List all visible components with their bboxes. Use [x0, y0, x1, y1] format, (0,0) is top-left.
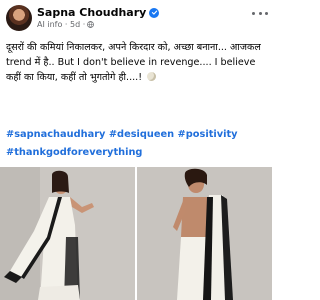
post-text: दूसरों की कमियां निकालकर, अपने किरदार को…: [6, 42, 261, 83]
post-header: Sapna Choudhary AI info · 5d ·: [0, 0, 272, 36]
author-avatar[interactable]: [6, 5, 32, 31]
more-options-icon[interactable]: [252, 8, 268, 18]
globe-icon: [87, 21, 95, 28]
saree-photo-front: [0, 167, 135, 300]
post-body: दूसरों की कमियां निकालकर, अपने किरदार को…: [6, 40, 268, 85]
post-photo-2[interactable]: [137, 167, 272, 300]
post-hashtags[interactable]: #sapnachaudhary #desiqueen #positivity #…: [6, 126, 268, 162]
author-name[interactable]: Sapna Choudhary: [37, 6, 146, 19]
verified-badge-icon: [149, 7, 160, 18]
post-meta-text[interactable]: AI info · 5d ·: [37, 20, 85, 29]
photo-grid: [0, 167, 272, 300]
saree-photo-back: [137, 167, 272, 300]
post-photo-1[interactable]: [0, 167, 135, 300]
post-meta: AI info · 5d ·: [37, 20, 95, 29]
crescent-moon-emoji: [147, 72, 157, 81]
author-row: Sapna Choudhary: [37, 6, 160, 19]
